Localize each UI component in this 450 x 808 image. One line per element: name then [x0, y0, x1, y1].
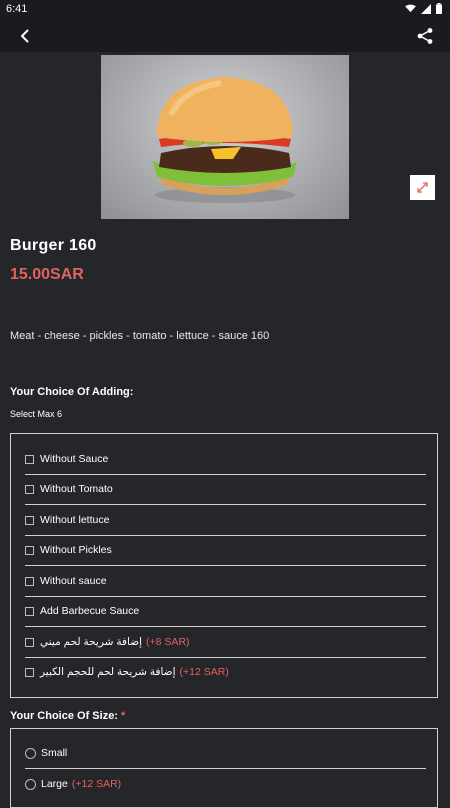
expand-icon — [417, 182, 428, 193]
required-mark: * — [121, 710, 126, 722]
app-bar — [0, 20, 450, 52]
option-without-lettuce[interactable]: Without lettuce — [25, 505, 426, 536]
option-without-tomato[interactable]: Without Tomato — [25, 474, 426, 505]
option-label: Add Barbecue Sauce — [40, 605, 140, 617]
status-icons — [405, 3, 442, 14]
share-icon — [417, 28, 433, 44]
option-size-large[interactable]: Large (+12 SAR) — [25, 769, 426, 799]
back-button[interactable] — [14, 25, 36, 47]
product-price: 15.00SAR — [10, 266, 84, 283]
option-label: إضافة شريحة لحم للحجم الكبير — [40, 666, 176, 678]
checkbox[interactable] — [25, 606, 34, 616]
option-size-small[interactable]: Small — [25, 738, 426, 769]
checkbox[interactable] — [25, 637, 34, 647]
product-title: Burger 160 — [10, 237, 97, 254]
option-label: Without Pickles — [40, 544, 112, 556]
checkbox[interactable] — [25, 667, 34, 677]
status-time: 6:41 — [6, 3, 28, 15]
checkbox[interactable] — [25, 545, 34, 555]
select-max-note: Select Max 6 — [10, 409, 63, 419]
expand-image-button[interactable] — [410, 175, 435, 200]
option-label: Without sauce — [40, 575, 107, 587]
size-section-title: Your Choice Of Size: * — [10, 710, 125, 722]
product-description: Meat - cheese - pickles - tomato - lettu… — [10, 330, 270, 342]
option-without-sauce-2[interactable]: Without sauce — [25, 566, 426, 597]
radio-button[interactable] — [25, 778, 36, 790]
checkbox[interactable] — [25, 515, 34, 525]
checkbox[interactable] — [25, 454, 34, 464]
battery-icon — [436, 3, 442, 14]
size-options-box: Small Large (+12 SAR) — [10, 728, 438, 808]
product-image — [101, 55, 349, 219]
size-section-label: Your Choice Of Size: — [10, 710, 118, 722]
option-label: Without Tomato — [40, 483, 113, 495]
radio-button[interactable] — [25, 747, 36, 759]
burger-image — [153, 77, 297, 203]
option-label: Without lettuce — [40, 514, 110, 526]
wifi-icon — [405, 4, 416, 13]
option-add-large-patty[interactable]: إضافة شريحة لحم للحجم الكبير (+12 SAR) — [25, 657, 426, 687]
option-extra-price: (+12 SAR) — [71, 778, 122, 790]
option-label: Small — [41, 747, 68, 759]
signal-icon — [421, 3, 431, 14]
option-add-barbecue-sauce[interactable]: Add Barbecue Sauce — [25, 596, 426, 627]
share-button[interactable] — [414, 25, 436, 47]
option-without-pickles[interactable]: Without Pickles — [25, 535, 426, 566]
option-extra-price: (+8 SAR) — [146, 636, 190, 648]
checkbox[interactable] — [25, 484, 34, 494]
status-bar: 6:41 — [0, 0, 450, 20]
option-add-mini-patty[interactable]: إضافة شريحة لحم ميني (+8 SAR) — [25, 627, 426, 658]
adding-section-title: Your Choice Of Adding: — [10, 386, 134, 398]
option-extra-price: (+12 SAR) — [179, 666, 229, 678]
adding-options-box: Without Sauce Without Tomato Without let… — [10, 433, 438, 698]
option-label: Large — [41, 778, 68, 790]
option-label: إضافة شريحة لحم ميني — [40, 636, 143, 648]
checkbox[interactable] — [25, 576, 34, 586]
chevron-left-icon — [21, 29, 29, 43]
option-label: Without Sauce — [40, 453, 109, 465]
option-without-sauce[interactable]: Without Sauce — [25, 444, 426, 475]
